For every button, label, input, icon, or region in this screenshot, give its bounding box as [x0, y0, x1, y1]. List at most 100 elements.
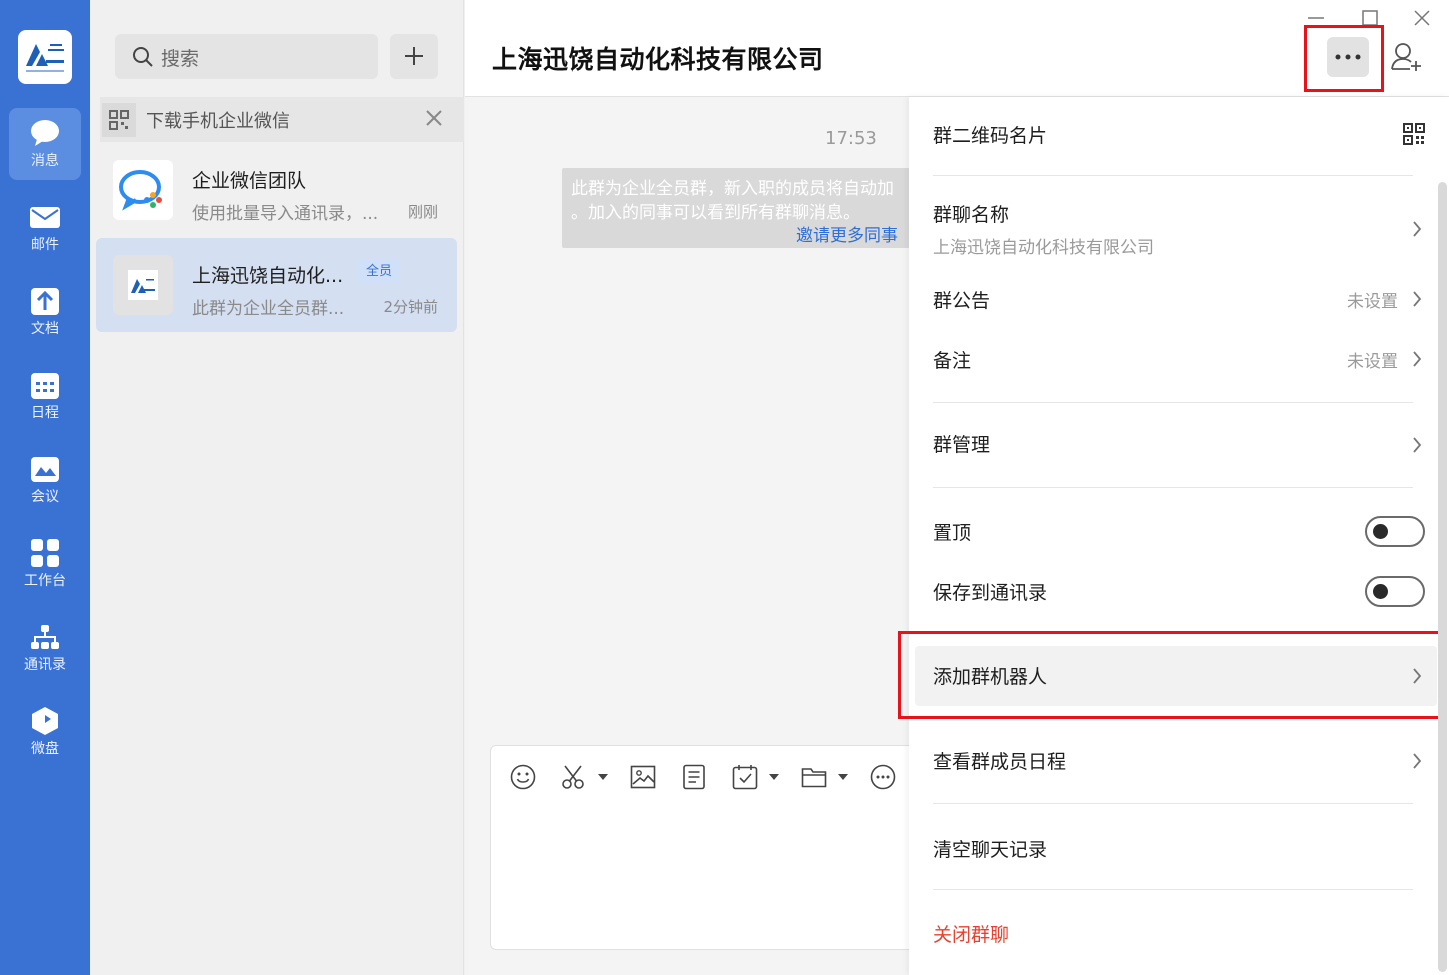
- nav-label: 通讯录: [24, 657, 66, 673]
- qr-code-icon: [102, 103, 136, 137]
- highlight-more-button: [1304, 25, 1384, 92]
- toggle-knob: [1373, 524, 1388, 539]
- divider: [933, 803, 1413, 804]
- nav-label: 日程: [31, 405, 59, 421]
- row-label: 群公告: [933, 290, 991, 312]
- group-name-value: 上海迅饶自动化科技有限公司: [933, 238, 1154, 258]
- chevron-down-icon[interactable]: [598, 774, 608, 780]
- avatar: [113, 160, 173, 220]
- all-members-badge: 全员: [358, 260, 401, 284]
- nav-item-calendar[interactable]: 日程: [9, 360, 81, 432]
- screenshot-scissors-icon[interactable]: [561, 764, 587, 790]
- divider: [933, 175, 1413, 176]
- toggle-knob: [1373, 584, 1388, 599]
- row-label: 群聊名称: [933, 204, 1010, 226]
- nav-item-mail[interactable]: 邮件: [9, 192, 81, 264]
- add-member-icon[interactable]: [1391, 42, 1423, 72]
- conversation-time: 刚刚: [407, 203, 438, 221]
- company-logo[interactable]: [18, 30, 72, 84]
- nav-item-contacts[interactable]: 通讯录: [9, 612, 81, 684]
- message-input[interactable]: [490, 745, 930, 950]
- divider: [933, 889, 1413, 890]
- nav-item-messages[interactable]: 消息: [9, 108, 81, 180]
- more-circle-icon[interactable]: [870, 764, 896, 790]
- save-contacts-row: 保存到通讯录: [909, 561, 1449, 621]
- nav-item-docs[interactable]: 文档: [9, 276, 81, 348]
- system-message-line: 。加入的同事可以看到所有群聊消息。: [571, 203, 860, 223]
- row-value: 未设置: [1347, 292, 1398, 312]
- group-name-row[interactable]: 群聊名称 上海迅饶自动化科技有限公司: [909, 189, 1449, 269]
- avatar: [113, 255, 173, 315]
- row-label: 备注: [933, 350, 972, 372]
- nav-label: 工作台: [24, 573, 66, 589]
- nav-label: 消息: [31, 153, 59, 169]
- document-icon: [31, 288, 59, 315]
- row-label: 群管理: [933, 434, 991, 456]
- nav-label: 邮件: [31, 237, 59, 253]
- row-label: 群二维码名片: [933, 125, 1048, 147]
- close-group-label: 关闭群聊: [933, 924, 1010, 946]
- nav-item-meeting[interactable]: 会议: [9, 444, 81, 516]
- note-icon[interactable]: [681, 764, 707, 790]
- chevron-right-icon: [1413, 291, 1422, 307]
- close-window-icon[interactable]: [1412, 8, 1432, 28]
- banner-text: 下载手机企业微信: [146, 111, 290, 132]
- grid-icon: [31, 539, 59, 567]
- plus-icon: [405, 47, 423, 65]
- qr-card-row[interactable]: 群二维码名片: [909, 97, 1449, 175]
- mail-icon: [30, 207, 60, 228]
- left-nav: 消息 邮件 文档 日程 会议 工作台 通讯录 微盘: [0, 0, 90, 975]
- conversation-preview: 使用批量导入通讯录，...: [192, 204, 379, 224]
- pin-row: 置顶: [909, 501, 1449, 561]
- row-label: 查看群成员日程: [933, 751, 1067, 773]
- conversation-time: 2分钟前: [383, 298, 438, 316]
- nav-label: 文档: [31, 321, 59, 337]
- row-value: 未设置: [1347, 352, 1398, 372]
- clear-history-row[interactable]: 清空聊天记录: [909, 817, 1449, 877]
- save-contacts-toggle[interactable]: [1365, 576, 1425, 607]
- image-icon[interactable]: [630, 764, 656, 790]
- scrollbar[interactable]: [1438, 182, 1447, 972]
- row-label: 清空聊天记录: [933, 839, 1048, 861]
- conversation-item[interactable]: 上海迅饶自动化... 全员 此群为企业全员群... 2分钟前: [96, 238, 457, 332]
- highlight-add-robot: [898, 631, 1442, 719]
- search-placeholder: 搜索: [161, 48, 200, 70]
- nav-item-drive[interactable]: 微盘: [9, 696, 81, 768]
- download-mobile-banner[interactable]: 下载手机企业微信: [100, 97, 464, 142]
- chevron-right-icon: [1413, 351, 1422, 367]
- divider: [933, 487, 1413, 488]
- announcement-row[interactable]: 群公告 未设置: [909, 269, 1449, 329]
- group-settings-panel: 群二维码名片 群聊名称 上海迅饶自动化科技有限公司 群公告 未设置 备注 未设置…: [898, 97, 1449, 975]
- search-input[interactable]: 搜索: [115, 34, 378, 79]
- chevron-right-icon: [1413, 437, 1422, 453]
- system-message: 此群为企业全员群，新入职的成员将自动加 。加入的同事可以看到所有群聊消息。 邀请…: [562, 168, 910, 248]
- search-icon: [133, 47, 153, 67]
- drive-icon: [32, 707, 58, 735]
- emoji-icon[interactable]: [510, 764, 536, 790]
- chevron-right-icon: [1413, 753, 1422, 769]
- nav-label: 微盘: [31, 741, 59, 757]
- conversation-preview: 此群为企业全员群...: [192, 299, 345, 319]
- schedule-icon[interactable]: [732, 764, 758, 790]
- row-label: 保存到通讯录: [933, 582, 1048, 604]
- chat-title: 上海迅饶自动化科技有限公司: [492, 45, 824, 74]
- folder-icon[interactable]: [801, 764, 827, 790]
- invite-colleagues-link[interactable]: 邀请更多同事: [796, 221, 898, 246]
- qr-code-icon: [1403, 123, 1425, 145]
- close-icon[interactable]: [424, 108, 444, 128]
- conversation-name: 企业微信团队: [192, 170, 307, 192]
- conversation-name: 上海迅饶自动化...: [192, 265, 344, 287]
- conversation-item[interactable]: 企业微信团队 使用批量导入通讯录，... 刚刚: [96, 143, 457, 237]
- group-manage-row[interactable]: 群管理: [909, 415, 1449, 475]
- chat-header: 上海迅饶自动化科技有限公司: [465, 0, 1449, 97]
- pin-toggle[interactable]: [1365, 516, 1425, 547]
- close-group-row[interactable]: 关闭群聊: [909, 903, 1449, 963]
- remark-row[interactable]: 备注 未设置: [909, 329, 1449, 389]
- member-schedule-row[interactable]: 查看群成员日程: [909, 731, 1449, 791]
- message-timestamp: 17:53: [825, 128, 877, 149]
- chevron-down-icon[interactable]: [769, 774, 779, 780]
- chevron-down-icon[interactable]: [838, 774, 848, 780]
- nav-item-workbench[interactable]: 工作台: [9, 528, 81, 600]
- add-button[interactable]: [390, 34, 438, 79]
- org-chart-icon: [31, 625, 59, 649]
